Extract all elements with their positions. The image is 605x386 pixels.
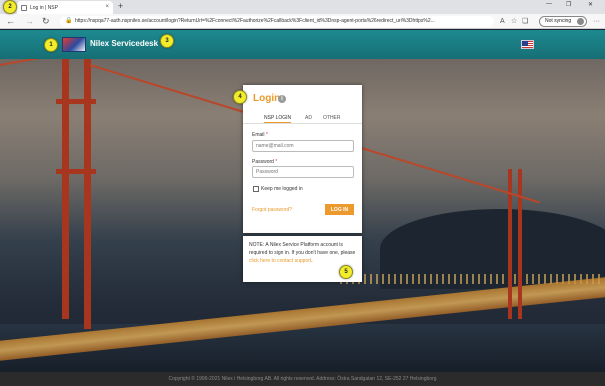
read-aloud-icon[interactable]: A bbox=[500, 16, 505, 27]
tab-nsp-login[interactable]: NSP LOGIN bbox=[264, 114, 292, 123]
address-toolbar: ← → ↻ 🔒 https://nspqa77-auth.nspnilex.se… bbox=[0, 14, 605, 29]
keep-logged-in-label: Keep me logged in bbox=[261, 186, 303, 192]
note-text: NOTE: A Nilex Service Platform account i… bbox=[249, 242, 356, 256]
bridge-cable bbox=[0, 59, 70, 66]
login-title: Login bbox=[253, 93, 281, 104]
sync-button[interactable]: Not syncing bbox=[539, 16, 587, 27]
nilex-logo[interactable] bbox=[62, 37, 86, 52]
bridge-tower-left bbox=[62, 59, 69, 319]
tab-title: Log in | NSP bbox=[30, 4, 58, 11]
refresh-icon[interactable]: ↻ bbox=[42, 15, 50, 27]
keep-logged-in-checkbox[interactable] bbox=[253, 186, 259, 192]
email-field[interactable] bbox=[252, 140, 354, 152]
bridge-tower-right-2 bbox=[518, 169, 522, 319]
annotation-badge: 1 bbox=[44, 38, 58, 52]
forward-icon[interactable]: → bbox=[25, 15, 34, 27]
contact-support-link[interactable]: click here to contact support bbox=[249, 258, 311, 264]
browser-tab[interactable]: Log in | NSP × bbox=[17, 1, 113, 14]
more-icon[interactable]: ··· bbox=[593, 16, 600, 27]
bridge-beam bbox=[56, 169, 96, 174]
tab-ad[interactable]: AD bbox=[305, 114, 312, 122]
annotation-badge: 2 bbox=[3, 0, 17, 14]
back-icon[interactable]: ← bbox=[6, 15, 15, 27]
login-button[interactable]: LOG IN bbox=[325, 204, 354, 215]
email-label: Email * bbox=[252, 132, 268, 138]
language-flag-icon[interactable] bbox=[521, 40, 534, 49]
annotation-badge: 5 bbox=[339, 265, 353, 279]
annotation-badge: 3 bbox=[160, 34, 174, 48]
brand-name: Nilex Servicedesk bbox=[90, 39, 159, 48]
forgot-password-link[interactable]: Forgot password? bbox=[252, 207, 292, 213]
avatar bbox=[577, 18, 584, 25]
tab-close-icon[interactable]: × bbox=[105, 4, 109, 10]
bridge-beam bbox=[56, 99, 96, 104]
password-label: Password * bbox=[252, 159, 278, 165]
annotation-badge: 4 bbox=[233, 90, 247, 104]
url-text: https://nspqa77-auth.nspnilex.se/account… bbox=[75, 18, 435, 24]
close-window-icon[interactable]: ✕ bbox=[588, 1, 593, 8]
url-field[interactable]: 🔒 https://nspqa77-auth.nspnilex.se/accou… bbox=[60, 16, 494, 27]
password-field[interactable] bbox=[252, 166, 354, 178]
page-icon bbox=[21, 4, 27, 11]
login-tabs: NSP LOGIN AD OTHER bbox=[243, 112, 362, 124]
browser-tab-bar: Log in | NSP × + — ❐ ✕ bbox=[0, 0, 605, 14]
new-tab-icon[interactable]: + bbox=[118, 1, 123, 12]
collections-icon[interactable]: ❏ bbox=[522, 16, 528, 27]
lock-icon: 🔒 bbox=[65, 18, 73, 24]
favorite-icon[interactable]: ☆ bbox=[511, 16, 517, 27]
info-icon[interactable]: i bbox=[278, 95, 286, 103]
restore-icon[interactable]: ❐ bbox=[566, 1, 571, 8]
tab-other[interactable]: OTHER bbox=[323, 114, 341, 122]
footer: Copyright © 1996-2021 Nilex i Helsingbor… bbox=[0, 372, 605, 386]
sync-label: Not syncing bbox=[545, 18, 572, 24]
minimize-icon[interactable]: — bbox=[546, 1, 552, 7]
